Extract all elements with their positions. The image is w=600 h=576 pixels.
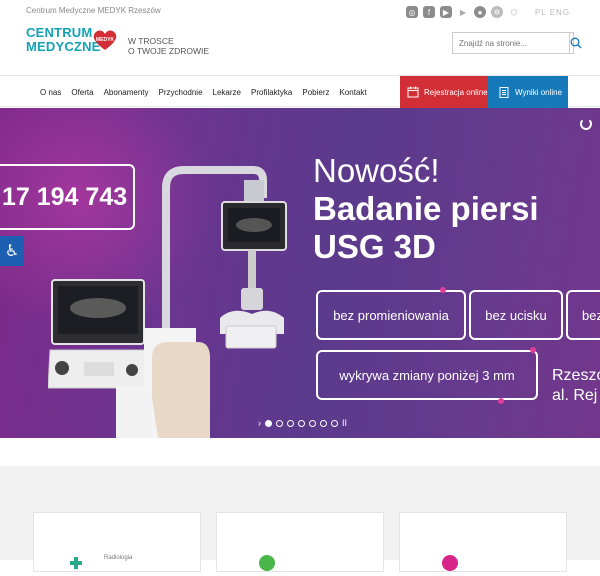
nav-item-profilaktyka[interactable]: Profilaktyka <box>251 88 292 97</box>
accessibility-icon[interactable]: ♿ <box>0 236 24 266</box>
language-switch[interactable]: PL ENG <box>535 8 570 17</box>
hero-headline: Nowość! Badanie piersi USG 3D <box>313 152 539 266</box>
nav-item-przychodnie[interactable]: Przychodnie <box>159 88 203 97</box>
slide-dot[interactable] <box>276 419 283 427</box>
top-bar: Centrum Medyczne MEDYK Rzeszów CENTRUM M… <box>0 0 600 76</box>
slide-dot[interactable] <box>265 419 272 427</box>
next-slide-icon[interactable]: › <box>258 418 261 428</box>
pill-label: bez <box>582 307 600 323</box>
nav-item-oferta[interactable]: Oferta <box>71 88 93 97</box>
logo-line1: CENTRUM <box>26 25 93 40</box>
logo-badge: MEDYK <box>96 37 114 43</box>
results-button[interactable]: Wyniki online <box>488 76 568 108</box>
pill-label: wykrywa zmiany poniżej 3 mm <box>339 367 515 383</box>
slide-dot[interactable] <box>309 419 316 427</box>
calendar-icon <box>407 86 419 98</box>
search-button[interactable] <box>569 33 582 53</box>
pill-label: bez promieniowania <box>333 307 449 323</box>
nav-item-kontakt[interactable]: Kontakt <box>339 88 366 97</box>
main-nav: O nas Oferta Abonamenty Przychodnie Leka… <box>0 75 600 108</box>
accent-dot <box>440 287 446 293</box>
headline-line3: USG 3D <box>313 228 436 265</box>
location-line2: al. Rej <box>552 387 598 404</box>
ultrasound-machine-image <box>48 166 287 438</box>
service-card-label: Radiologia <box>104 555 133 561</box>
slogan: W TROSCE O TWOJE ZDROWIE <box>128 36 209 56</box>
hero-slider: ♿ 17 194 743 Nowość! Badanie piersi USG … <box>0 108 600 438</box>
registration-label: Rejestracja online <box>424 87 488 97</box>
accent-dot <box>530 347 536 353</box>
badge-icon[interactable]: ⬡ <box>508 6 520 18</box>
feature-pill-partial: bez <box>566 290 600 340</box>
search-input[interactable] <box>453 33 569 53</box>
slide-dot[interactable] <box>287 419 294 427</box>
service-icon <box>442 555 458 571</box>
headline-line1: Nowość! <box>313 152 440 189</box>
location-text: Rzeszó al. Rej <box>552 366 600 406</box>
settings-icon[interactable]: ✲ <box>491 6 503 18</box>
search-icon <box>570 37 582 49</box>
podcast-icon[interactable]: ● <box>474 6 486 18</box>
pill-label: bez ucisku <box>485 307 547 323</box>
slide-dot[interactable] <box>298 419 305 427</box>
nav-item-lekarze[interactable]: Lekarze <box>213 88 241 97</box>
clipboard-icon <box>499 87 509 98</box>
heart-logo-icon: MEDYK <box>93 30 117 50</box>
accent-dot <box>498 398 504 404</box>
medical-icon <box>68 555 84 571</box>
slide-dot[interactable] <box>320 419 327 427</box>
service-icon <box>259 555 275 571</box>
facebook-icon[interactable]: f <box>423 6 435 18</box>
slider-pagination: › II <box>258 418 347 428</box>
nav-item-abonamenty[interactable]: Abonamenty <box>104 88 149 97</box>
service-card[interactable]: Radiologia <box>33 512 201 572</box>
logo-text: CENTRUM MEDYCZNE <box>26 26 101 54</box>
slogan-line2: O TWOJE ZDROWIE <box>128 46 210 56</box>
instagram-icon[interactable]: ◎ <box>406 6 418 18</box>
services-section: Radiologia <box>0 466 600 572</box>
pause-icon[interactable]: II <box>342 418 347 428</box>
feature-pill-no-radiation: bez promieniowania <box>316 290 466 340</box>
results-label: Wyniki online <box>515 87 563 97</box>
service-card[interactable] <box>399 512 567 572</box>
registration-button[interactable]: Rejestracja online <box>400 76 488 108</box>
nav-item-o-nas[interactable]: O nas <box>40 88 61 97</box>
menu: O nas Oferta Abonamenty Przychodnie Leka… <box>40 76 367 108</box>
location-line1: Rzeszó <box>552 367 600 384</box>
slogan-line1: W TROSCE <box>128 36 174 46</box>
feature-pill-no-pressure: bez ucisku <box>469 290 563 340</box>
logo-line2: MEDYCZNE <box>26 39 101 54</box>
google-play-icon[interactable]: ▶ <box>457 6 469 18</box>
service-card[interactable] <box>216 512 384 572</box>
feature-pill-detects: wykrywa zmiany poniżej 3 mm <box>316 350 538 400</box>
logo[interactable]: CENTRUM MEDYCZNE MEDYK <box>26 26 136 60</box>
nav-item-pobierz[interactable]: Pobierz <box>302 88 329 97</box>
slide-dot[interactable] <box>331 419 338 427</box>
loading-icon <box>580 118 592 130</box>
site-name: Centrum Medyczne MEDYK Rzeszów <box>26 6 161 15</box>
youtube-icon[interactable]: ▶ <box>440 6 452 18</box>
search-box <box>452 32 582 54</box>
social-links: ◎ f ▶ ▶ ● ✲ ⬡ <box>406 6 520 18</box>
headline-line2: Badanie piersi <box>313 190 539 227</box>
